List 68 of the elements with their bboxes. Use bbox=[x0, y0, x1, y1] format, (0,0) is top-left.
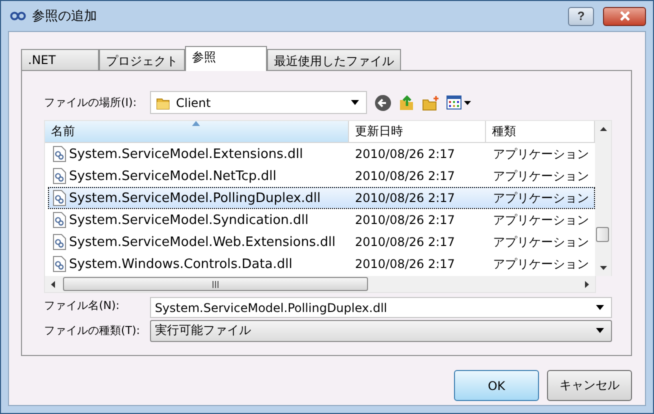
file-name-field[interactable]: System.ServiceModel.PollingDuplex.dll bbox=[150, 297, 612, 318]
sort-arrow-icon bbox=[192, 121, 200, 126]
file-row[interactable]: System.ServiceModel.PollingDuplex.dll 2010/08/26 2:17 アプリケーション bbox=[48, 187, 595, 209]
location-value: Client bbox=[176, 96, 212, 110]
dialog-button[interactable]: キャンセル bbox=[547, 370, 632, 401]
grip-icon bbox=[212, 280, 219, 288]
window-title: 参照の追加 bbox=[32, 8, 97, 25]
scroll-down-icon bbox=[600, 266, 606, 270]
file-type: アプリケーション bbox=[493, 190, 589, 206]
dll-file-icon bbox=[53, 212, 66, 228]
new-folder-icon[interactable] bbox=[422, 94, 440, 112]
modified-date: 2010/08/26 2:17 bbox=[355, 213, 455, 227]
modified-date: 2010/08/26 2:17 bbox=[355, 235, 455, 249]
dropdown-caret-icon bbox=[350, 99, 360, 106]
close-icon bbox=[618, 11, 630, 21]
horizontal-scrollbar[interactable] bbox=[44, 276, 596, 293]
scroll-thumb[interactable] bbox=[596, 227, 609, 242]
file-type: アプリケーション bbox=[493, 256, 589, 272]
dll-file-icon bbox=[53, 234, 66, 250]
file-row[interactable]: System.ServiceModel.Syndication.dll 2010/08/26 2:17 アプリケーション bbox=[48, 209, 595, 231]
column-header[interactable]: 名前 bbox=[45, 121, 349, 142]
dropdown-caret-icon bbox=[595, 327, 605, 334]
dll-file-icon bbox=[53, 256, 66, 272]
tab[interactable]: 参照 bbox=[185, 46, 267, 71]
tab[interactable]: 最近使用したファイル bbox=[267, 49, 401, 70]
column-header[interactable]: 更新日時 bbox=[349, 121, 486, 142]
modified-date: 2010/08/26 2:17 bbox=[355, 191, 455, 205]
help-button[interactable]: ? bbox=[568, 6, 594, 26]
dll-file-icon bbox=[53, 146, 66, 162]
modified-date: 2010/08/26 2:17 bbox=[355, 169, 455, 183]
location-dropdown[interactable]: Client bbox=[150, 91, 367, 114]
up-folder-icon[interactable] bbox=[398, 94, 416, 112]
file-name: System.Windows.Controls.Data.dll bbox=[69, 256, 292, 272]
file-name: System.ServiceModel.PollingDuplex.dll bbox=[69, 190, 321, 206]
scroll-right-icon bbox=[585, 280, 589, 288]
vertical-scrollbar[interactable] bbox=[595, 121, 611, 276]
folder-icon bbox=[156, 96, 170, 110]
file-row[interactable]: System.ServiceModel.Web.Extensions.dll 2010/08/26 2:17 アプリケーション bbox=[48, 231, 595, 253]
dll-file-icon bbox=[53, 190, 66, 206]
file-name: System.ServiceModel.Syndication.dll bbox=[69, 212, 308, 228]
file-name-label: ファイル名(N): bbox=[44, 298, 121, 313]
file-type: アプリケーション bbox=[493, 168, 589, 184]
file-type: アプリケーション bbox=[493, 146, 589, 162]
file-row[interactable]: System.ServiceModel.Extensions.dll 2010/08/26 2:17 アプリケーション bbox=[48, 143, 595, 165]
dropdown-caret-icon bbox=[595, 304, 605, 311]
scroll-up-icon bbox=[600, 127, 606, 131]
file-name: System.ServiceModel.Extensions.dll bbox=[69, 146, 304, 162]
tab[interactable]: プロジェクト bbox=[99, 49, 185, 70]
file-row[interactable]: System.Windows.Controls.Data.dll 2010/08/26 2:17 アプリケーション bbox=[48, 253, 595, 275]
file-row[interactable]: System.ServiceModel.NetTcp.dll 2010/08/26 2:17 アプリケーション bbox=[48, 165, 595, 187]
close-button[interactable] bbox=[603, 6, 646, 26]
tab[interactable]: .NET bbox=[21, 49, 99, 70]
location-label: ファイルの場所(I): bbox=[44, 95, 138, 110]
file-name: System.ServiceModel.Web.Extensions.dll bbox=[69, 234, 336, 250]
file-type-label: ファイルの種類(T): bbox=[44, 323, 142, 338]
file-name: System.ServiceModel.NetTcp.dll bbox=[69, 168, 276, 184]
scroll-thumb[interactable] bbox=[63, 277, 368, 291]
dialog-button[interactable]: OK bbox=[454, 370, 539, 401]
dll-file-icon bbox=[53, 168, 66, 184]
back-icon[interactable] bbox=[374, 94, 392, 112]
modified-date: 2010/08/26 2:17 bbox=[355, 147, 455, 161]
scroll-left-icon bbox=[51, 280, 55, 288]
link-icon bbox=[10, 11, 26, 21]
file-type: アプリケーション bbox=[493, 212, 589, 228]
view-menu-icon[interactable] bbox=[446, 94, 472, 112]
file-type: アプリケーション bbox=[493, 234, 589, 250]
file-type-dropdown[interactable]: 実行可能ファイル bbox=[150, 320, 612, 342]
modified-date: 2010/08/26 2:17 bbox=[355, 257, 455, 271]
